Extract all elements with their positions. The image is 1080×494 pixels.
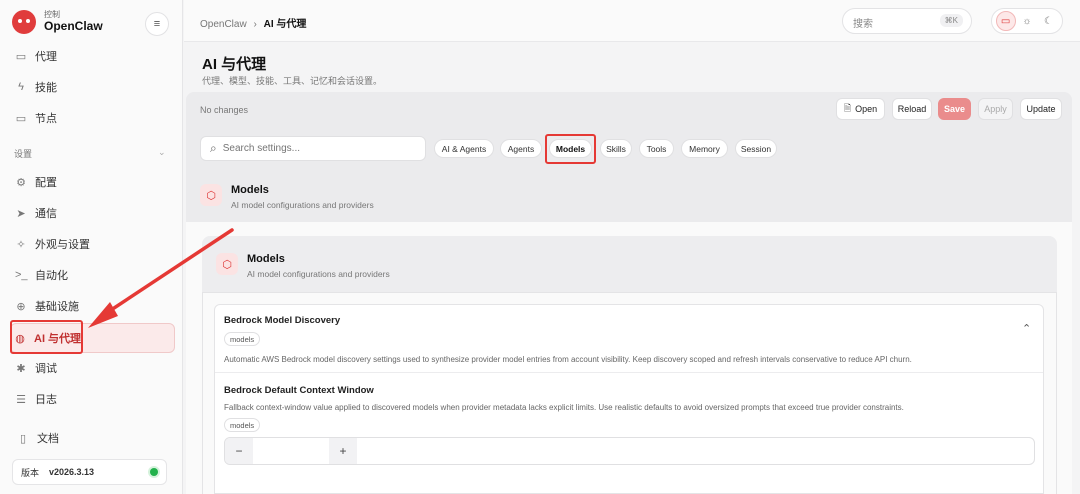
increment-button[interactable]: + (329, 438, 357, 464)
search-placeholder: 搜索 (853, 19, 873, 30)
update-button[interactable]: Update (1020, 98, 1062, 120)
version-value: v2026.3.13 (49, 467, 95, 477)
decrement-button[interactable]: − (225, 438, 253, 464)
field-group (214, 304, 1044, 494)
sidebar-item-communication[interactable]: ➤ 通信 (12, 199, 174, 227)
field-description-context-window: Fallback context-window value applied to… (224, 403, 904, 412)
sidebar-item-automation[interactable]: >_ 自动化 (12, 261, 174, 289)
monitor-icon[interactable]: ▭ (995, 11, 1016, 31)
sidebar-item-label: 日志 (35, 394, 57, 406)
monitor-icon: ▭ (15, 112, 27, 125)
sidebar-item-label: 节点 (35, 113, 57, 125)
field-title-context-window: Bedrock Default Context Window (224, 385, 374, 396)
folder-icon: ▭ (15, 50, 27, 63)
theme-switcher: ▭ ☼ ☾ (991, 8, 1063, 34)
breadcrumb-separator: › (253, 19, 257, 30)
apply-button[interactable]: Apply (978, 98, 1013, 120)
cube-icon: ⬡ (216, 253, 238, 275)
page-subtitle: 代理、模型、技能、工具、记忆和会话设置。 (202, 76, 383, 86)
filter-pill-agents[interactable]: Agents (500, 139, 542, 158)
filter-pill-tools[interactable]: Tools (639, 139, 674, 158)
shortcut-badge: ⌘K (939, 14, 963, 27)
log-icon: ☰ (16, 393, 26, 406)
sidebar-item-appearance[interactable]: ✧ 外观与设置 (12, 230, 174, 258)
sidebar-item-debug[interactable]: ✱ 调试 (12, 354, 174, 382)
sidebar-item-label: 自动化 (35, 270, 68, 282)
field-title-discovery[interactable]: Bedrock Model Discovery (224, 315, 340, 326)
search-icon: ⌕ (210, 141, 217, 155)
sidebar-item-logs[interactable]: ☰ 日志 (12, 385, 174, 413)
brand-name: OpenClaw (44, 18, 103, 33)
sidebar-item-label: 代理 (35, 51, 57, 63)
bug-icon: ✱ (16, 362, 26, 375)
settings-search[interactable]: ⌕ (200, 136, 426, 161)
divider (215, 372, 1043, 373)
context-window-input[interactable] (253, 438, 329, 464)
highlight-box-sidebar (10, 320, 83, 354)
open-label: Open (855, 104, 878, 114)
card-description: AI model configurations and providers (247, 269, 390, 279)
terminal-icon: >_ (15, 269, 28, 281)
hamburger-icon[interactable]: ≡ (145, 12, 169, 36)
page-title: AI 与代理 (202, 56, 267, 73)
chevron-up-icon[interactable]: ⌃ (1022, 322, 1031, 335)
version-badge: 版本 v2026.3.13 (12, 459, 167, 485)
save-button[interactable]: Save (938, 98, 971, 120)
filter-pill-skills[interactable]: Skills (600, 139, 632, 158)
global-search-input[interactable]: 搜索 ⌘K (842, 8, 972, 34)
sidebar-item-label: 外观与设置 (35, 239, 90, 251)
sidebar-item-label: 基础设施 (35, 301, 79, 313)
sidebar-item-agents[interactable]: ▭ 代理 (12, 42, 174, 70)
settings-search-input[interactable] (222, 143, 403, 154)
sidebar-item-label: 通信 (35, 208, 57, 220)
send-icon: ➤ (16, 207, 26, 220)
sidebar-item-config[interactable]: ⚙ 配置 (12, 168, 174, 196)
version-label: 版本 (21, 467, 40, 478)
status-dot (150, 468, 158, 476)
sidebar-item-label: 调试 (35, 363, 57, 375)
tag-models: models (224, 418, 261, 432)
breadcrumb: OpenClaw › AI 与代理 (200, 15, 306, 30)
brand[interactable]: 控制 OpenClaw (12, 10, 103, 34)
reload-button[interactable]: Reload (892, 98, 932, 120)
status-text: No changes (200, 105, 249, 115)
filter-pill-memory[interactable]: Memory (681, 139, 728, 158)
tag-models: models (224, 332, 261, 346)
globe-icon: ⊕ (16, 300, 26, 313)
sidebar-item-docs[interactable]: ▯ 文档 (14, 424, 176, 452)
file-icon: 🗎 (843, 103, 852, 113)
filter-pill-ai-agents[interactable]: AI & Agents (434, 139, 494, 158)
breadcrumb-current: AI 与代理 (263, 19, 307, 30)
sparkle-icon: ✧ (16, 238, 26, 251)
sidebar-item-infrastructure[interactable]: ⊕ 基础设施 (12, 292, 174, 320)
book-icon: ▯ (19, 432, 27, 445)
filter-pill-session[interactable]: Session (735, 139, 777, 158)
field-description-discovery: Automatic AWS Bedrock model discovery se… (224, 355, 912, 364)
gear-icon: ⚙ (16, 176, 26, 189)
section-label-settings: 设置 (14, 149, 33, 159)
bolt-icon: ϟ (18, 81, 24, 93)
sidebar-item-skills[interactable]: ϟ 技能 (12, 73, 174, 101)
sun-icon[interactable]: ☼ (1017, 11, 1037, 31)
card-title: Models (247, 253, 285, 265)
open-button[interactable]: 🗎 Open (836, 98, 885, 120)
sidebar-item-label: 配置 (35, 177, 57, 189)
section-title: Models (231, 184, 269, 196)
sidebar-item-label: 文档 (37, 433, 59, 445)
sidebar-item-nodes[interactable]: ▭ 节点 (12, 104, 174, 132)
sidebar: 控制 OpenClaw ≡ ▭ 代理 ϟ 技能 ▭ 节点 设置 ⌄ ⚙ 配置 ➤… (0, 0, 183, 494)
moon-icon[interactable]: ☾ (1038, 11, 1058, 31)
highlight-box-models (545, 134, 596, 164)
section-description: AI model configurations and providers (231, 200, 374, 210)
cube-icon: ⬡ (200, 184, 222, 206)
topbar: OpenClaw › AI 与代理 搜索 ⌘K ▭ ☼ ☾ (184, 0, 1080, 42)
context-window-stepper: − + (224, 437, 1035, 465)
chevron-down-icon[interactable]: ⌄ (158, 147, 166, 158)
logo-icon (12, 10, 36, 34)
breadcrumb-root[interactable]: OpenClaw (200, 19, 247, 30)
sidebar-item-label: 技能 (35, 82, 57, 94)
